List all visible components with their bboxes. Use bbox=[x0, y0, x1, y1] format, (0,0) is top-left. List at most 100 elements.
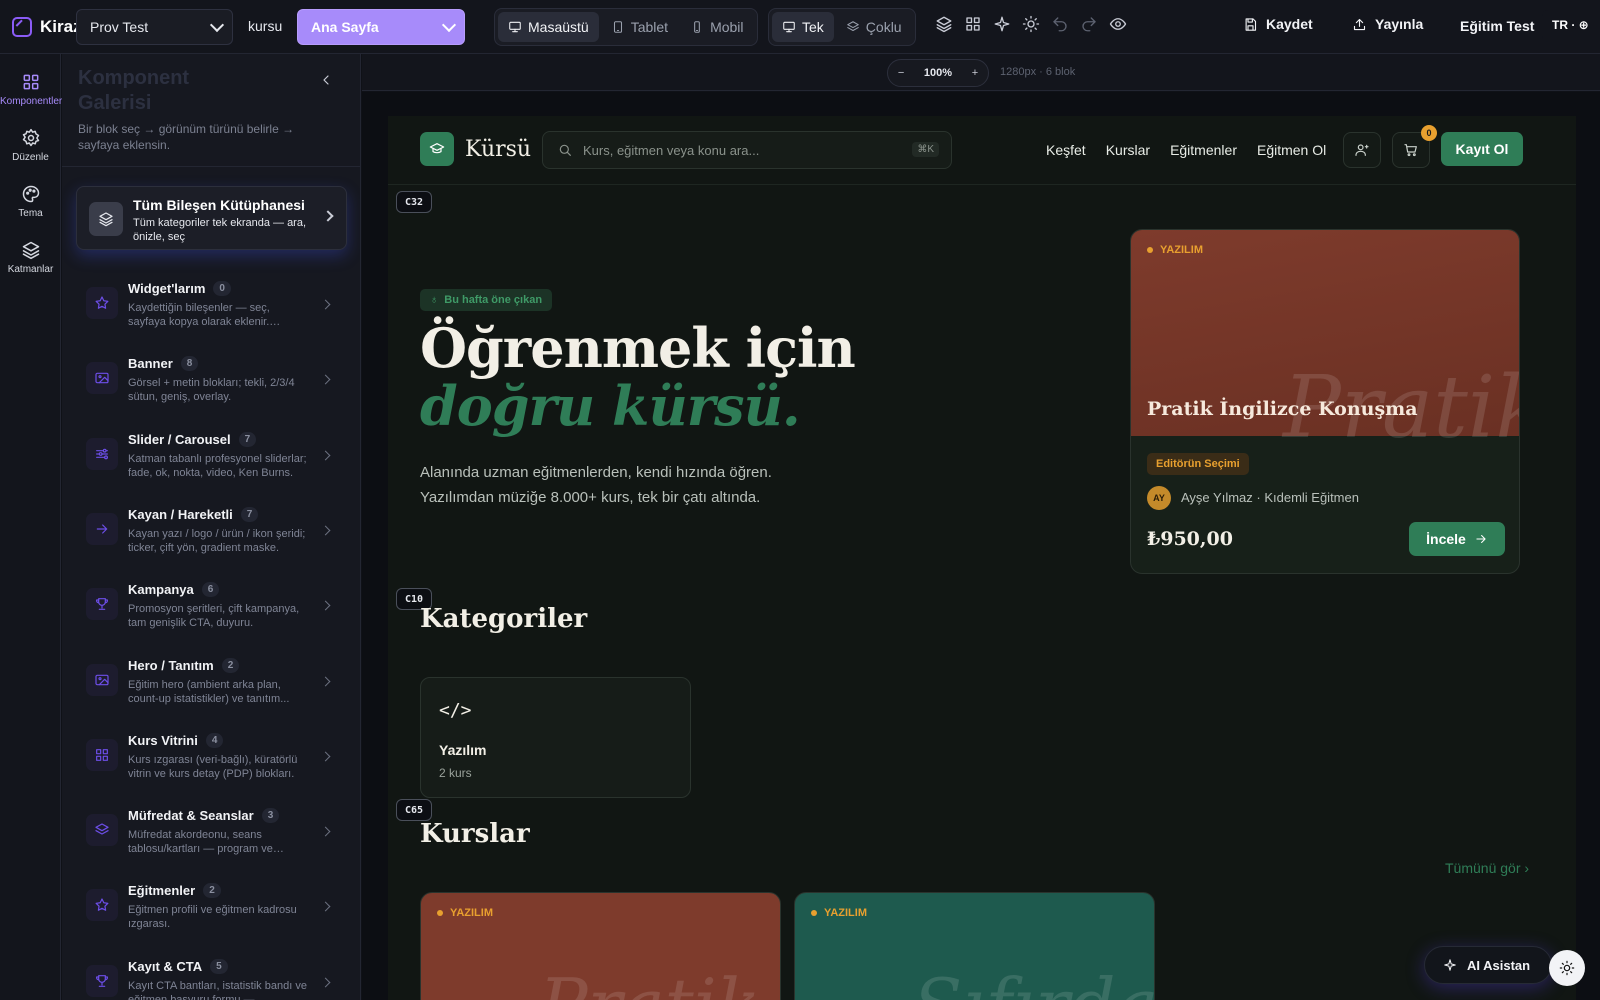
chevron-right-icon bbox=[320, 676, 331, 686]
code-icon: </> bbox=[439, 700, 472, 721]
trophy-icon bbox=[86, 964, 118, 997]
category-item[interactable]: Kampanya 6 Promosyon şeritleri, çift kampa… bbox=[76, 582, 347, 648]
site-brand-name: Kürsü bbox=[465, 136, 532, 162]
chevron-right-icon bbox=[320, 299, 331, 310]
category-item[interactable]: Kayan / Hareketli 7 Kayan yazı / logo / ür… bbox=[76, 506, 347, 573]
rail-theme[interactable]: Tema bbox=[0, 184, 61, 219]
view-single-label: Tek bbox=[802, 19, 824, 35]
category-item[interactable]: Hero / Tanıtım 2 Eğitim hero (ambient arka… bbox=[76, 657, 347, 724]
see-all-link[interactable]: Tümünü gör › bbox=[1445, 860, 1529, 876]
category-count-badge: 2 bbox=[203, 883, 221, 899]
zoom-out-button[interactable]: − bbox=[898, 67, 904, 79]
user-name[interactable]: Eğitim Test bbox=[1460, 18, 1534, 34]
category-description: Katman tabanlı profesyonel sliderlar; fa… bbox=[128, 452, 307, 479]
search-icon bbox=[557, 142, 573, 158]
hero-lead: Alanında uzman eğitmenlerden, kendi hızı… bbox=[420, 464, 772, 506]
cart-button[interactable]: 0 bbox=[1392, 125, 1437, 168]
sparkle-icon[interactable] bbox=[993, 15, 1011, 33]
save-button[interactable]: Kaydet bbox=[1243, 16, 1313, 32]
sun-icon[interactable] bbox=[1022, 15, 1040, 33]
signup-button[interactable]: Kayıt Ol bbox=[1441, 132, 1523, 166]
grid-icon bbox=[0, 72, 61, 92]
device-tablet-button[interactable]: Tablet bbox=[601, 12, 678, 42]
grid-icon[interactable] bbox=[964, 15, 982, 33]
site-select[interactable]: Prov Test bbox=[76, 9, 233, 45]
zoom-level: 100% bbox=[923, 67, 953, 79]
component-library-card[interactable]: Tüm Bileşen Kütüphanesi Tüm kategoriler … bbox=[76, 186, 347, 250]
rail-layers[interactable]: Katmanlar bbox=[0, 240, 61, 275]
rail-edit-label: Düzenle bbox=[12, 152, 49, 163]
ai-assistant-button[interactable]: AI Asistan bbox=[1424, 946, 1552, 984]
device-desktop-button[interactable]: Masaüstü bbox=[498, 12, 599, 42]
category-count-badge: 8 bbox=[180, 356, 199, 372]
theme-toggle-button[interactable] bbox=[1549, 950, 1585, 986]
category-item[interactable]: Müfredat & Seanslar 3 Müfredat akordeonu, … bbox=[76, 808, 347, 874]
undo-icon[interactable] bbox=[1051, 15, 1069, 33]
monitor-icon bbox=[508, 20, 522, 34]
image-icon bbox=[86, 663, 118, 696]
redo-icon[interactable] bbox=[1080, 15, 1098, 33]
layers-icon bbox=[846, 20, 860, 34]
category-title: Banner 8 bbox=[128, 356, 199, 372]
nav-instructors[interactable]: Eğitmenler bbox=[1170, 142, 1237, 158]
chevron-left-icon[interactable] bbox=[318, 72, 334, 88]
featured-course-card[interactable]: YAZILIM Pratik Pratik İngilizce Konuşma … bbox=[1130, 229, 1520, 574]
toolbar-icons bbox=[935, 15, 1127, 33]
nav-explore[interactable]: Keşfet bbox=[1046, 142, 1086, 158]
category-count-badge: 0 bbox=[213, 281, 231, 296]
category-title: Widget'larım 0 bbox=[128, 281, 231, 296]
view-multi-button[interactable]: Çoklu bbox=[836, 12, 912, 42]
cart-icon bbox=[1403, 142, 1419, 158]
hero-title-line1: Öğrenmek için bbox=[420, 316, 856, 380]
app-logo[interactable]: Kiraz bbox=[12, 16, 76, 37]
panel-title: Komponent Galerisi bbox=[78, 67, 190, 114]
view-course-button[interactable]: İncele bbox=[1409, 522, 1505, 556]
site-select-value: Prov Test bbox=[90, 19, 149, 35]
chevron-right-icon bbox=[320, 374, 331, 385]
category-item[interactable]: Kayıt & CTA 5 Kayıt CTA bantları, istatist… bbox=[76, 958, 347, 1000]
eye-icon[interactable] bbox=[1109, 15, 1127, 33]
site-header[interactable]: Kürsü Kurs, eğitmen veya konu ara... ⌘K … bbox=[388, 116, 1576, 185]
device-mobile-button[interactable]: Mobil bbox=[680, 12, 753, 42]
course-category: YAZILIM bbox=[1147, 244, 1203, 256]
rail-components[interactable]: Komponentler bbox=[0, 69, 62, 121]
category-title: Kayıt & CTA 5 bbox=[128, 958, 228, 974]
course-category: YAZILIM bbox=[437, 907, 493, 919]
category-item[interactable]: Widget'larım 0 Kaydettiğin bileşenler — se… bbox=[76, 281, 347, 347]
rail-edit[interactable]: Düzenle bbox=[0, 128, 61, 163]
page-select[interactable]: Ana Sayfa bbox=[297, 9, 465, 45]
view-single-button[interactable]: Tek bbox=[772, 12, 834, 42]
block-tag[interactable]: C65 bbox=[396, 799, 433, 821]
chevron-right-icon bbox=[320, 826, 331, 837]
cover-watermark: Sıfırdan bbox=[913, 963, 1154, 1000]
layers-icon[interactable] bbox=[935, 15, 953, 33]
hero-title-line2: doğru kürsü. bbox=[420, 374, 801, 438]
publish-button[interactable]: Yayınla bbox=[1352, 16, 1423, 32]
nav-become-instructor[interactable]: Eğitmen Ol bbox=[1257, 142, 1326, 158]
left-rail: Komponentler Düzenle Tema Katmanlar bbox=[0, 54, 62, 1000]
save-label: Kaydet bbox=[1266, 16, 1313, 32]
category-item[interactable]: Banner 8 Görsel + metin blokları; tekli, 2… bbox=[76, 356, 347, 422]
category-label: Hero / Tanıtım bbox=[128, 657, 214, 673]
category-item[interactable]: Slider / Carousel 7 Katman tabanlı profesy… bbox=[76, 431, 347, 498]
panel-description: Bir blok seç → görünüm türünü belirle → … bbox=[78, 122, 295, 152]
site-search-input[interactable]: Kurs, eğitmen veya konu ara... ⌘K bbox=[542, 131, 952, 169]
category-card[interactable]: </> Yazılım 2 kurs bbox=[420, 677, 691, 798]
category-count-badge: 7 bbox=[240, 506, 259, 522]
course-card[interactable]: YAZILIM Pratik bbox=[420, 892, 781, 1000]
category-item[interactable]: Kurs Vitrini 4 Kurs ızgarası (veri-bağlı),… bbox=[76, 732, 347, 799]
category-count-badge: 4 bbox=[205, 732, 224, 748]
library-title: Tüm Bileşen Kütüphanesi bbox=[133, 197, 305, 213]
courses-title: Kurslar bbox=[420, 819, 530, 849]
account-button[interactable] bbox=[1343, 132, 1381, 168]
zoom-in-button[interactable]: + bbox=[972, 67, 978, 79]
course-card[interactable]: YAZILIM Sıfırdan bbox=[794, 892, 1155, 1000]
block-tag[interactable]: C32 bbox=[396, 191, 433, 213]
category-label: Eğitmenler bbox=[128, 883, 196, 899]
category-item[interactable]: Eğitmenler 2 Eğitmen profili ve eğitmen ka… bbox=[76, 883, 347, 949]
language-switch[interactable]: TR · ⊕ bbox=[1542, 10, 1600, 42]
site-brand[interactable]: Kürsü bbox=[420, 132, 531, 166]
search-placeholder: Kurs, eğitmen veya konu ara... bbox=[583, 142, 760, 158]
nav-courses[interactable]: Kurslar bbox=[1106, 142, 1150, 158]
category-description: Görsel + metin blokları; tekli, 2/3/4 sü… bbox=[128, 377, 295, 404]
